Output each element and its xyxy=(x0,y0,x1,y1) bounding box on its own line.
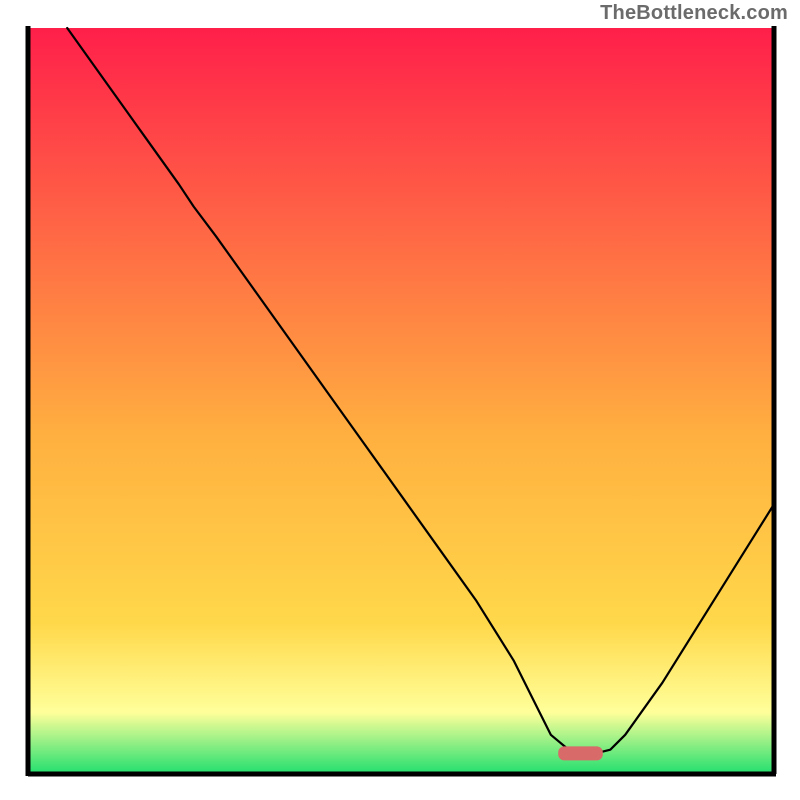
plot-area xyxy=(30,28,774,772)
bottleneck-chart xyxy=(0,0,800,800)
watermark-text: TheBottleneck.com xyxy=(600,2,788,25)
optimal-marker xyxy=(558,746,603,760)
gradient-background xyxy=(30,28,774,772)
chart-container xyxy=(0,0,800,800)
